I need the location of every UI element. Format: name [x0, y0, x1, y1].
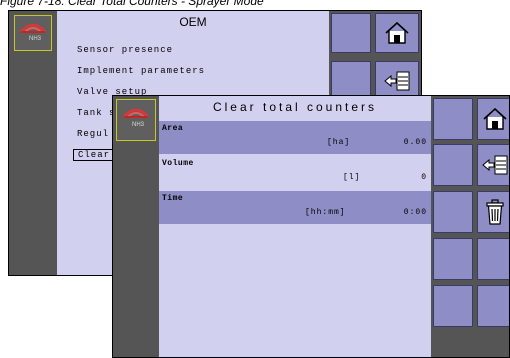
- figure-caption: Figure 7-18: Clear Total Counters - Spra…: [0, 0, 264, 8]
- clear-button[interactable]: [477, 191, 509, 233]
- blank-button-1[interactable]: [433, 98, 473, 140]
- volume-value: 0: [421, 173, 427, 182]
- blank-button-2[interactable]: [433, 144, 473, 186]
- time-value: 0:00: [403, 208, 427, 217]
- blank-button-1[interactable]: [331, 13, 371, 53]
- area-row[interactable]: Area [ha] 0.00: [159, 121, 431, 154]
- volume-unit: [l]: [343, 173, 361, 182]
- volume-row[interactable]: Volume [l] 0: [159, 156, 431, 189]
- time-unit: [hh:mm]: [305, 208, 346, 217]
- menu-item-implement-parameters[interactable]: Implement parameters: [77, 66, 205, 76]
- home-icon: [483, 107, 507, 130]
- clear-counters-screen: NH3 Clear total counters Area [ha] 0.00 …: [112, 95, 510, 358]
- menu-item-tank[interactable]: Tank s: [77, 108, 115, 118]
- area-label: Area: [162, 124, 184, 133]
- back-arrow-icon: [384, 71, 410, 91]
- menu-item-clear[interactable]: Clear: [73, 149, 116, 161]
- home-button[interactable]: [477, 98, 509, 140]
- home-button[interactable]: [375, 13, 419, 53]
- blank-button-7[interactable]: [477, 285, 509, 327]
- back-arrow-icon: [482, 155, 508, 175]
- home-icon: [385, 21, 409, 44]
- blank-button-4[interactable]: [433, 238, 473, 280]
- oem-title: OEM: [179, 15, 207, 29]
- blank-button-3[interactable]: [433, 191, 473, 233]
- back-button[interactable]: [477, 144, 509, 186]
- blank-button-6[interactable]: [433, 285, 473, 327]
- trash-can-icon: [486, 199, 504, 225]
- menu-item-sensor-presence[interactable]: Sensor presence: [77, 45, 173, 55]
- time-label: Time: [162, 194, 184, 203]
- logo-icon: NH3: [116, 99, 156, 141]
- area-unit: [ha]: [327, 138, 351, 147]
- logo-nh3-text: NH3: [132, 122, 145, 128]
- right-button-bar: [431, 96, 509, 357]
- blank-button-5[interactable]: [477, 238, 509, 280]
- logo-icon: NH3: [14, 15, 52, 51]
- page-title: Clear total counters: [212, 100, 378, 114]
- volume-label: Volume: [162, 159, 194, 168]
- area-value: 0.00: [403, 138, 427, 147]
- logo-nh3-text: NH3: [29, 36, 42, 42]
- menu-item-regulation[interactable]: Regul: [77, 129, 109, 139]
- time-row[interactable]: Time [hh:mm] 0:00: [159, 191, 431, 224]
